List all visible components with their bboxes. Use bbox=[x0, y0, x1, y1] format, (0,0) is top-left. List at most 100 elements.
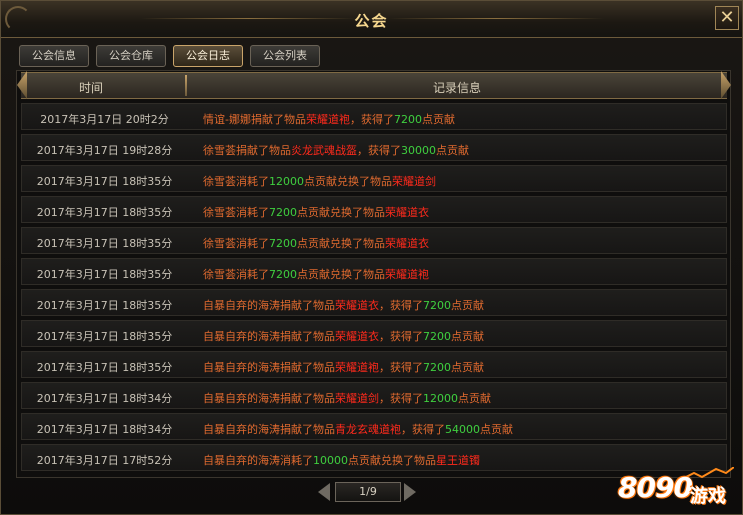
log-text: 徐雪荟消耗了 bbox=[203, 268, 269, 281]
row-time: 2017年3月17日 18时35分 bbox=[36, 361, 173, 374]
log-text: 点贡献 bbox=[451, 361, 484, 374]
contribution-value: 12000 bbox=[423, 392, 458, 405]
item-name: 炎龙武魂战盔 bbox=[291, 144, 357, 157]
tab-guild-list[interactable]: 公会列表 bbox=[250, 45, 320, 67]
row-time: 2017年3月17日 18时34分 bbox=[36, 392, 173, 405]
item-name: 荣耀道衣 bbox=[385, 206, 429, 219]
guild-window: 公会 ✕ 公会信息 公会仓库 公会日志 公会列表 时间 记录信息 2017年3月… bbox=[0, 0, 743, 515]
log-text: 自暴自弃的海涛捐献了物品 bbox=[203, 361, 335, 374]
log-text: 点贡献 bbox=[451, 330, 484, 343]
log-text: 徐雪荟消耗了 bbox=[203, 206, 269, 219]
title-ornament-right bbox=[389, 18, 604, 19]
contribution-value: 7200 bbox=[269, 206, 297, 219]
log-text: 自暴自弃的海涛捐献了物品 bbox=[203, 392, 335, 405]
table-header: 时间 记录信息 bbox=[17, 71, 731, 99]
row-message: 自暴自弃的海涛捐献了物品荣耀道袍，获得了7200点贡献 bbox=[203, 359, 484, 375]
pagination: 1/9 bbox=[318, 482, 418, 502]
table-row: 2017年3月17日 19时28分 徐雪荟捐献了物品炎龙武魂战盔，获得了30000… bbox=[21, 134, 727, 161]
log-text: 自暴自弃的海涛捐献了物品 bbox=[203, 299, 335, 312]
header-log: 记录信息 bbox=[433, 81, 482, 95]
item-name: 荣耀道剑 bbox=[392, 175, 436, 188]
row-message: 徐雪荟消耗了12000点贡献兑换了物品荣耀道剑 bbox=[203, 173, 436, 189]
log-text: 点贡献兑换了物品 bbox=[297, 268, 385, 281]
item-name: 荣耀道衣 bbox=[335, 330, 379, 343]
row-time: 2017年3月17日 18时34分 bbox=[36, 423, 173, 436]
row-message: 自暴自弃的海涛捐献了物品荣耀道衣，获得了7200点贡献 bbox=[203, 328, 484, 344]
logo-word: 游戏 bbox=[690, 486, 726, 507]
page-indicator: 1/9 bbox=[335, 482, 401, 502]
watermark-logo: 8090 游戏 bbox=[618, 467, 736, 511]
log-text: 点贡献兑换了物品 bbox=[304, 175, 392, 188]
contribution-value: 7200 bbox=[393, 113, 422, 126]
log-text: 自暴自弃的海涛捐献了物品 bbox=[203, 423, 335, 436]
item-name: 荣耀道衣 bbox=[385, 237, 429, 250]
log-text: 点贡献 bbox=[458, 392, 491, 405]
contribution-value: 12000 bbox=[269, 175, 304, 188]
contribution-value: 7200 bbox=[423, 361, 451, 374]
tab-guild-info[interactable]: 公会信息 bbox=[19, 45, 89, 67]
item-name: 青龙玄魂道袍 bbox=[335, 423, 401, 436]
item-name: 荣耀道袍 bbox=[385, 268, 429, 281]
row-message: 徐雪荟消耗了7200点贡献兑换了物品荣耀道袍 bbox=[203, 266, 429, 282]
window-title: 公会 bbox=[354, 12, 389, 30]
log-text: ，获得了 bbox=[379, 299, 423, 312]
contribution-value: 10000 bbox=[313, 454, 348, 467]
contribution-value: 7200 bbox=[423, 330, 451, 343]
item-name: 星王道镯 bbox=[436, 454, 480, 467]
item-name: 荣耀道袍 bbox=[335, 361, 379, 374]
row-time: 2017年3月17日 18时35分 bbox=[36, 268, 173, 281]
row-time: 2017年3月17日 18时35分 bbox=[36, 206, 173, 219]
header-time: 时间 bbox=[79, 81, 104, 95]
log-text: 徐雪荟消耗了 bbox=[203, 237, 269, 250]
contribution-value: 7200 bbox=[269, 268, 297, 281]
contribution-value: 30000 bbox=[401, 144, 436, 157]
row-time: 2017年3月17日 18时35分 bbox=[36, 175, 173, 188]
table-row: 2017年3月17日 18时35分 徐雪荟消耗了12000点贡献兑换了物品荣耀道剑 bbox=[21, 165, 727, 192]
row-message: 自暴自弃的海涛捐献了物品青龙玄魂道袍，获得了54000点贡献 bbox=[203, 421, 513, 437]
log-table: 时间 记录信息 2017年3月17日 20时2分 情谊-娜娜捐献了物品荣耀道袍，获… bbox=[16, 70, 731, 478]
next-page-arrow-icon[interactable] bbox=[404, 483, 416, 501]
table-row: 2017年3月17日 18时35分 自暴自弃的海涛捐献了物品荣耀道衣，获得了720… bbox=[21, 320, 727, 347]
log-text: ，获得了 bbox=[349, 113, 394, 126]
row-time: 2017年3月17日 18时35分 bbox=[36, 330, 173, 343]
contribution-value: 7200 bbox=[423, 299, 451, 312]
row-time: 2017年3月17日 18时35分 bbox=[36, 237, 173, 250]
row-message: 自暴自弃的海涛捐献了物品荣耀道衣，获得了7200点贡献 bbox=[203, 297, 484, 313]
logo-digits: 8090 bbox=[618, 471, 693, 504]
table-row: 2017年3月17日 20时2分 情谊-娜娜捐献了物品荣耀道袍，获得了7200点贡… bbox=[21, 103, 727, 130]
row-message: 徐雪荟消耗了7200点贡献兑换了物品荣耀道衣 bbox=[203, 235, 429, 251]
item-name: 荣耀道袍 bbox=[305, 113, 350, 126]
log-text: 点贡献 bbox=[480, 423, 513, 436]
row-time: 2017年3月17日 17时52分 bbox=[36, 454, 173, 467]
log-text: 点贡献兑换了物品 bbox=[297, 206, 385, 219]
item-name: 荣耀道衣 bbox=[335, 299, 379, 312]
row-message: 徐雪荟消耗了7200点贡献兑换了物品荣耀道衣 bbox=[203, 204, 429, 220]
prev-page-arrow-icon[interactable] bbox=[318, 483, 330, 501]
row-time: 2017年3月17日 20时2分 bbox=[40, 113, 169, 126]
row-message: 情谊-娜娜捐献了物品荣耀道袍，获得了7200点贡献 bbox=[203, 111, 455, 127]
table-row: 2017年3月17日 18时34分 自暴自弃的海涛捐献了物品荣耀道剑，获得了120… bbox=[21, 382, 727, 409]
log-text: 点贡献 bbox=[436, 144, 469, 157]
log-text: ，获得了 bbox=[357, 144, 401, 157]
table-row: 2017年3月17日 18时35分 自暴自弃的海涛捐献了物品荣耀道袍，获得了720… bbox=[21, 351, 727, 378]
title-bar: 公会 ✕ bbox=[1, 1, 742, 38]
contribution-value: 54000 bbox=[445, 423, 480, 436]
close-button[interactable]: ✕ bbox=[715, 6, 739, 30]
header-divider bbox=[185, 75, 187, 96]
row-time: 2017年3月17日 19时28分 bbox=[36, 144, 173, 157]
log-text: 点贡献兑换了物品 bbox=[297, 237, 385, 250]
table-row: 2017年3月17日 18时35分 徐雪荟消耗了7200点贡献兑换了物品荣耀道袍 bbox=[21, 258, 727, 285]
row-time: 2017年3月17日 18时35分 bbox=[36, 299, 173, 312]
log-text: ，获得了 bbox=[379, 392, 423, 405]
log-text: 点贡献 bbox=[451, 299, 484, 312]
row-message: 徐雪荟捐献了物品炎龙武魂战盔，获得了30000点贡献 bbox=[203, 142, 469, 158]
log-text: 徐雪荟捐献了物品 bbox=[203, 144, 291, 157]
tab-guild-log[interactable]: 公会日志 bbox=[173, 45, 243, 67]
tab-guild-warehouse[interactable]: 公会仓库 bbox=[96, 45, 166, 67]
table-row: 2017年3月17日 18时35分 自暴自弃的海涛捐献了物品荣耀道衣，获得了720… bbox=[21, 289, 727, 316]
table-row: 2017年3月17日 18时35分 徐雪荟消耗了7200点贡献兑换了物品荣耀道衣 bbox=[21, 196, 727, 223]
contribution-value: 7200 bbox=[269, 237, 297, 250]
table-row: 2017年3月17日 18时34分 自暴自弃的海涛捐献了物品青龙玄魂道袍，获得了5… bbox=[21, 413, 727, 440]
log-text: 点贡献兑换了物品 bbox=[348, 454, 436, 467]
header-cap-left bbox=[17, 71, 27, 99]
